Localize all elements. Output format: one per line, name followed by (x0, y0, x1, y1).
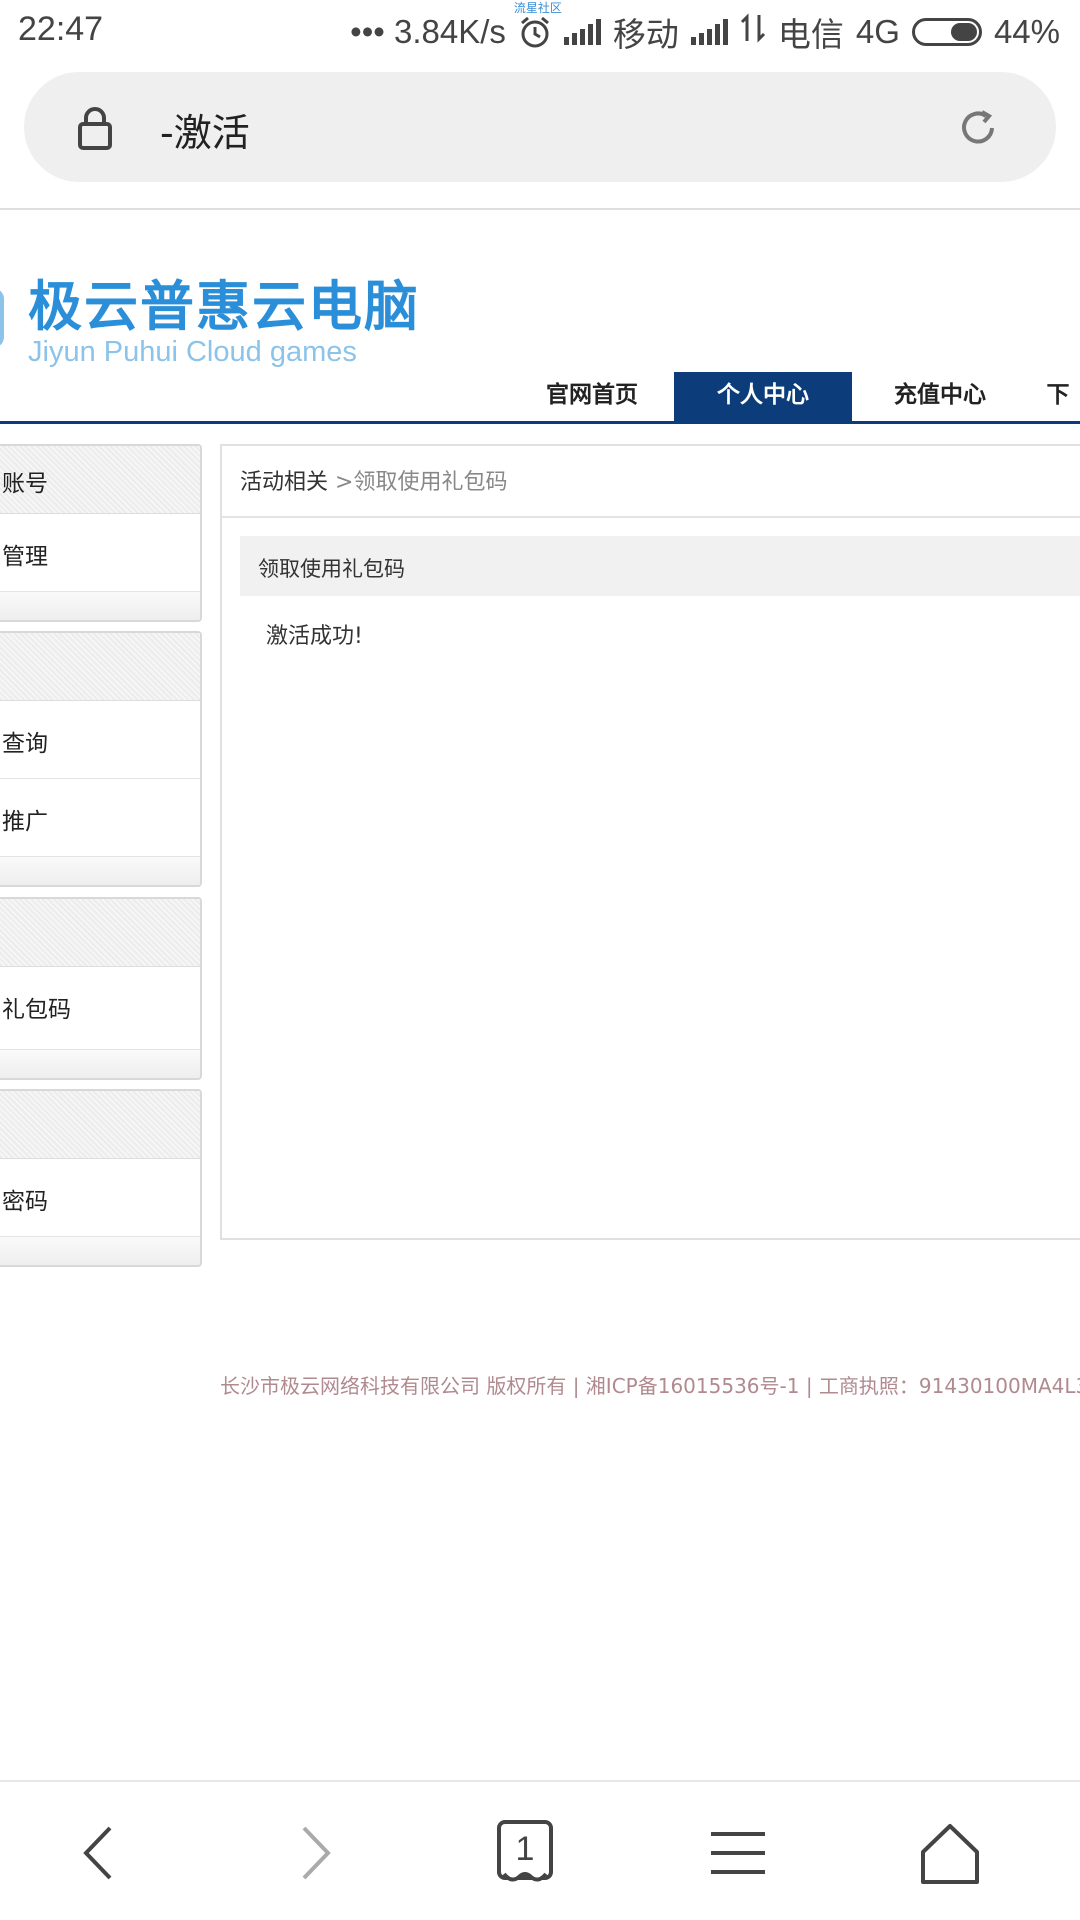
home-icon[interactable] (915, 1818, 985, 1888)
nav-recharge-center[interactable]: 充值中心 (852, 372, 1028, 422)
breadcrumb-current: >领取使用礼包码 (335, 470, 508, 495)
activation-result: 激活成功! (266, 624, 363, 649)
carrier-1: 移动 (612, 16, 679, 53)
sidebar-item-gift-code[interactable]: 礼包码 (0, 967, 200, 1050)
breadcrumb: 活动相关 >领取使用礼包码 (240, 464, 507, 496)
sidebar-group-account: 账号 管理 (0, 444, 202, 622)
reload-icon[interactable] (956, 106, 1000, 150)
battery-icon (911, 18, 982, 46)
sidebar-item-promote[interactable]: 推广 (0, 779, 200, 857)
data-transfer-icon (740, 13, 766, 51)
sidebar-group-3: 礼包码 (0, 897, 202, 1080)
logo-subtitle: Jiyun Puhui Cloud games (28, 336, 357, 368)
tab-count: 1 (515, 1830, 535, 1868)
breadcrumb-main[interactable]: 活动相关 (240, 470, 328, 495)
sidebar-item-password[interactable]: 密码 (0, 1159, 200, 1237)
sidebar-group-footer (0, 857, 200, 885)
divider (222, 516, 1080, 518)
nav-personal-center[interactable]: 个人中心 (674, 372, 852, 422)
signal-icon (690, 19, 728, 45)
status-bar: 22:47 ••• 3.84K/s 流星社区 移动 电信 4G 44% (0, 0, 1080, 62)
sidebar-group-title (0, 633, 200, 701)
nav-home[interactable]: 官网首页 (510, 372, 674, 422)
network-type: 4G (855, 13, 900, 50)
sidebar-item-manage[interactable]: 管理 (0, 514, 200, 592)
sidebar-group-2: 查询 推广 (0, 631, 202, 887)
logo-mark (0, 288, 4, 348)
nav-download[interactable]: 下 (1028, 372, 1080, 422)
sidebar-group-4: 密码 (0, 1089, 202, 1267)
divider (0, 208, 1080, 210)
sidebar-group-footer (0, 1237, 200, 1265)
menu-icon[interactable] (703, 1818, 773, 1888)
forward-icon[interactable] (278, 1818, 348, 1888)
status-time: 22:47 (18, 10, 104, 48)
signal-icon (563, 19, 601, 45)
carrier-2: 电信 (777, 16, 844, 53)
sidebar-group-footer (0, 592, 200, 620)
address-bar[interactable]: -激活 (24, 72, 1056, 182)
alarm-icon: 流星社区 (514, 1, 562, 49)
panel-title: 领取使用礼包码 (240, 536, 1080, 596)
sidebar-group-footer (0, 1050, 200, 1078)
tabs-icon[interactable]: 1 (490, 1818, 560, 1888)
browser-toolbar: 1 (0, 1782, 1080, 1920)
site-logo[interactable]: 极云普惠云电脑 Jiyun Puhui Cloud games (0, 262, 420, 372)
battery-percent: 44% (993, 13, 1060, 50)
content-panel: 活动相关 >领取使用礼包码 领取使用礼包码 激活成功! (220, 444, 1080, 1240)
net-speed: ••• 3.84K/s (350, 13, 506, 50)
sidebar-group-title (0, 899, 200, 967)
footer-copyright: 长沙市极云网络科技有限公司 版权所有 | 湘ICP备16015536号-1 | … (220, 1374, 1080, 1398)
nav-underline (0, 421, 1080, 424)
logo-title: 极云普惠云电脑 (28, 275, 420, 338)
status-indicators: ••• 3.84K/s 流星社区 移动 电信 4G 44% (350, 1, 1060, 54)
main-nav: 官网首页 个人中心 充值中心 下 (510, 372, 1080, 422)
sidebar-group-title: 账号 (0, 446, 200, 514)
sidebar-group-title (0, 1091, 200, 1159)
sidebar-item-query[interactable]: 查询 (0, 701, 200, 779)
lock-icon (76, 106, 114, 150)
url-text: -激活 (160, 111, 250, 155)
alarm-caption: 流星社区 (513, 1, 562, 15)
back-icon[interactable] (66, 1818, 136, 1888)
